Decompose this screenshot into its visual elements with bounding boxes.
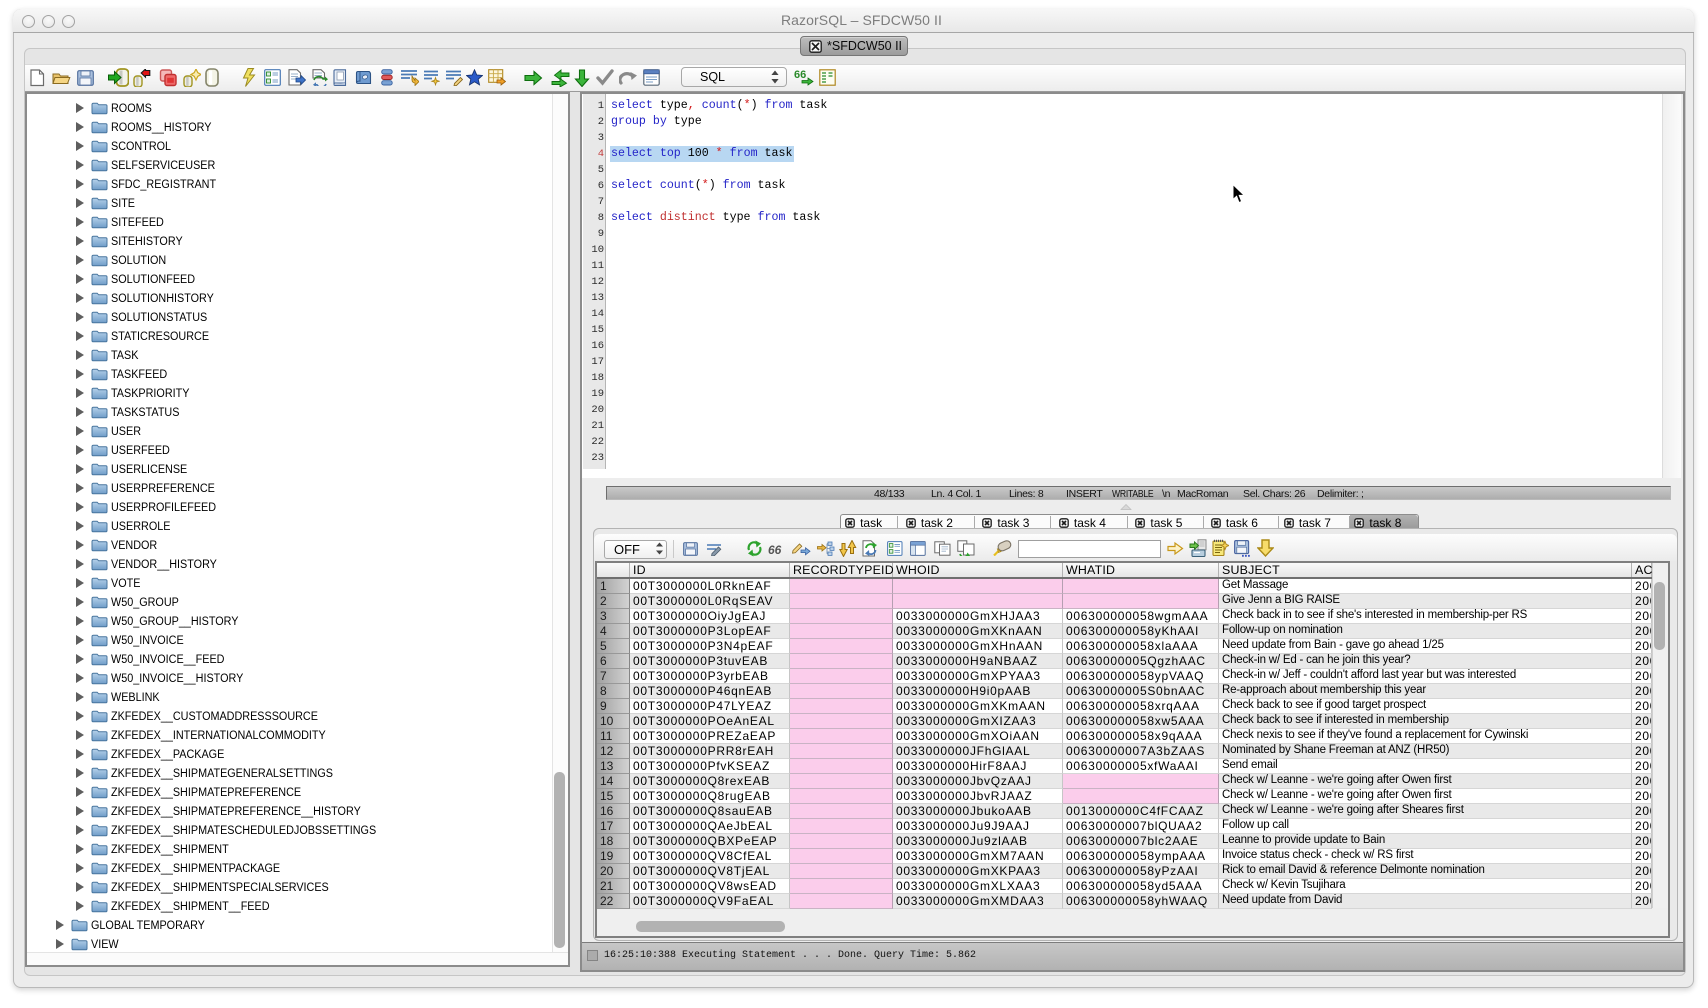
svg-text:66: 66 xyxy=(794,69,806,81)
svg-text:66: 66 xyxy=(768,543,782,555)
